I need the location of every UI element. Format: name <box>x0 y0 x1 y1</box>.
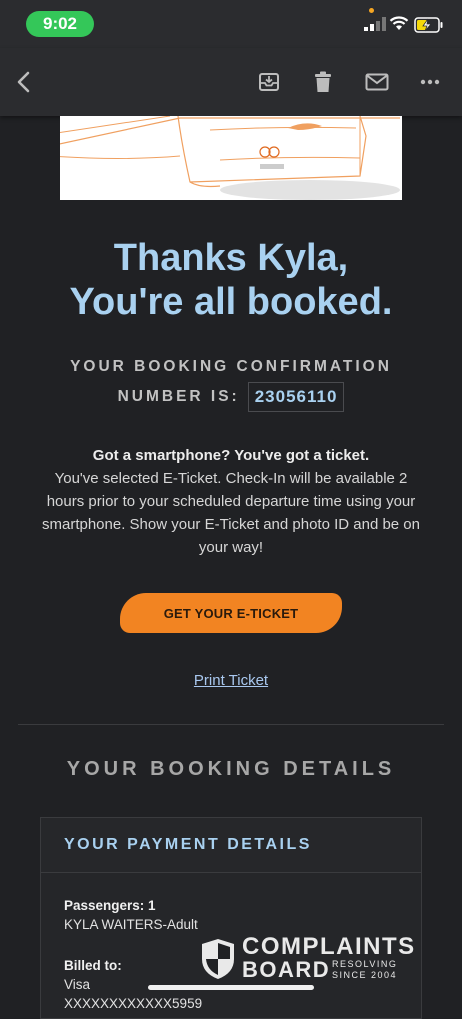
payment-details-title: YOUR PAYMENT DETAILS <box>64 836 312 853</box>
passengers-count: Passengers: 1 <box>64 898 156 913</box>
bus-drawing-icon <box>60 116 400 200</box>
watermark-line-2: BOARD <box>242 957 331 982</box>
more-options-button[interactable] <box>414 64 446 100</box>
bus-illustration <box>60 116 402 200</box>
confirmation-row: NUMBER IS: 23056110 <box>0 382 462 412</box>
headline-line-2: You're all booked. <box>69 281 393 323</box>
status-bar: 9:02 <box>0 0 462 48</box>
get-eticket-button[interactable]: GET YOUR E-TICKET <box>120 593 342 633</box>
back-button[interactable] <box>8 64 40 100</box>
email-toolbar <box>0 48 462 116</box>
booking-details-heading: YOUR BOOKING DETAILS <box>66 758 396 780</box>
headline-line-1: Thanks Kyla, <box>113 237 349 279</box>
shield-logo-icon <box>202 939 234 979</box>
confirmation-number: 23056110 <box>247 382 345 412</box>
archive-icon <box>259 73 279 91</box>
more-icon <box>420 79 440 85</box>
watermark-tagline: RESOLVING SINCE 2004 <box>332 959 397 981</box>
archive-button[interactable] <box>253 64 285 100</box>
booking-headline: Thanks Kyla, You're all booked. <box>0 236 462 324</box>
privacy-indicator-dot <box>369 8 374 13</box>
mail-icon <box>365 73 389 91</box>
payment-details-header: YOUR PAYMENT DETAILS <box>41 818 421 873</box>
eticket-info: Got a smartphone? You've got a ticket. Y… <box>40 444 422 559</box>
confirmation-label: YOUR BOOKING CONFIRMATION <box>70 358 392 375</box>
payment-details-body: Passengers: 1 KYLA WAITERS-Adult Billed … <box>64 896 202 1013</box>
confirmation-label-2: NUMBER IS: <box>117 388 240 405</box>
home-indicator[interactable] <box>148 985 314 990</box>
mark-unread-button[interactable] <box>361 64 393 100</box>
complaintsboard-watermark: COMPLAINTS BOARD RESOLVING SINCE 2004 <box>200 933 416 983</box>
passenger-name: KYLA WAITERS-Adult <box>64 917 198 932</box>
battery-charging-icon <box>414 17 443 33</box>
eticket-info-heading: Got a smartphone? You've got a ticket. <box>92 447 370 464</box>
billed-to-label: Billed to: <box>64 958 122 973</box>
print-ticket-link[interactable]: Print Ticket <box>0 672 462 689</box>
wifi-icon <box>389 16 409 30</box>
card-number-masked: XXXXXXXXXXXX5959 <box>64 996 203 1011</box>
watermark-tagline-1: RESOLVING <box>332 959 398 969</box>
status-time: 9:02 <box>26 11 94 37</box>
eticket-info-body: You've selected E-Ticket. Check-In will … <box>42 470 420 556</box>
delete-button[interactable] <box>307 64 339 100</box>
watermark-tagline-2: SINCE 2004 <box>332 970 398 980</box>
signal-icon <box>364 17 386 31</box>
trash-icon <box>315 71 331 92</box>
section-divider <box>18 724 444 725</box>
back-arrow-icon <box>17 71 30 93</box>
